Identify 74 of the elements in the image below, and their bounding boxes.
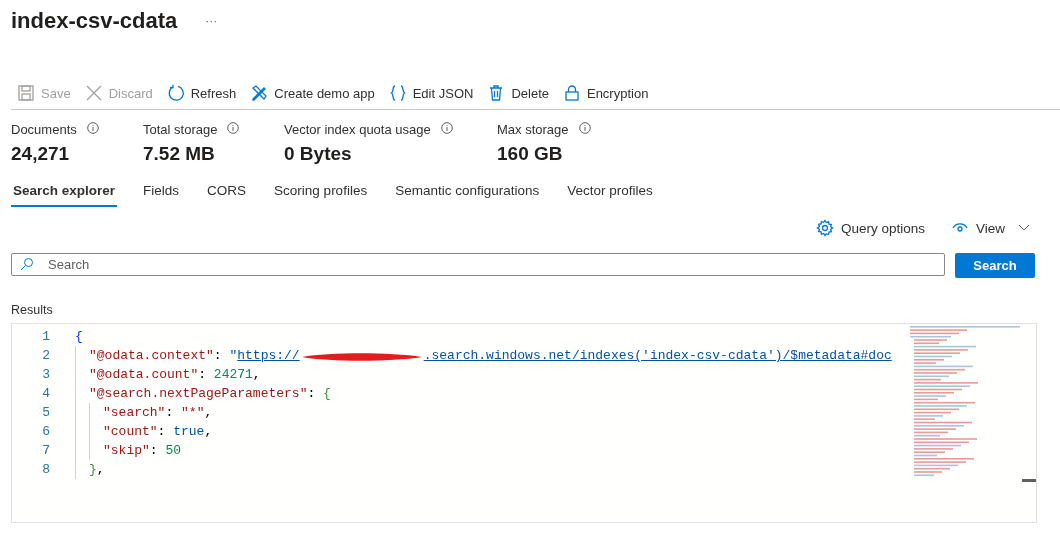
code-token: { [323, 386, 331, 401]
code-token: , [204, 424, 213, 439]
url-link[interactable]: https:// [237, 348, 300, 363]
search-button[interactable]: Search [955, 253, 1035, 278]
code-token: "@odata.context" [89, 348, 214, 363]
code-token: "skip" [103, 443, 150, 458]
line-number: 8 [41, 462, 50, 477]
lock-icon [562, 84, 581, 102]
code-token: , [204, 405, 213, 420]
url-link[interactable]: .search.windows.net/indexes('index-csv-cdata')/$metadata#doc [423, 348, 892, 363]
settings-icon [815, 219, 834, 237]
save-icon [17, 84, 35, 102]
code-token: } [89, 462, 97, 477]
search-icon [20, 257, 34, 271]
results-label: Results [10, 302, 54, 317]
tab[interactable]: Search explorer [11, 179, 118, 207]
query-options-button[interactable]: Query options [815, 219, 925, 237]
code-token: " [229, 348, 238, 363]
code-token: : [149, 443, 159, 458]
line-number: 1 [41, 329, 50, 344]
code-token: { [75, 329, 83, 344]
tab[interactable]: Scoring profiles [272, 179, 370, 207]
info-icon[interactable] [440, 122, 453, 134]
code-token: "count" [103, 424, 158, 439]
edit-json-button[interactable]: Edit JSON [388, 84, 474, 102]
stat-value: 160 GB [497, 143, 564, 165]
code-token: 50 [165, 443, 182, 458]
code-token: "@search.nextPageParameters" [89, 386, 308, 401]
code-token: "*" [181, 405, 205, 420]
search-field[interactable]: Search [11, 253, 945, 276]
code-token: : [198, 367, 208, 382]
info-icon[interactable] [227, 122, 240, 134]
braces-icon [388, 84, 407, 102]
stat-value: 24,271 [11, 143, 71, 165]
stat-value: 7.52 MB [143, 143, 216, 165]
tab[interactable]: CORS [205, 179, 249, 207]
code-token: : [213, 348, 223, 363]
code-token: 24271 [213, 367, 253, 382]
stat-label: Total storage [143, 122, 218, 137]
tab[interactable]: Fields [141, 179, 182, 207]
code-token: "search" [103, 405, 166, 420]
stat-label: Vector index quota usage [284, 122, 431, 137]
scrollbar-mark [1022, 479, 1036, 482]
line-number: 3 [41, 367, 50, 382]
info-icon[interactable] [86, 122, 99, 134]
code-token: true [173, 424, 205, 439]
line-number: 5 [41, 405, 50, 420]
chevron-down-icon [1018, 224, 1030, 232]
stat-label: Max storage [497, 122, 569, 137]
pencil-ruler-icon [250, 84, 269, 102]
page-title: index-csv-cdata [11, 8, 178, 34]
line-number: 2 [41, 348, 50, 363]
tab[interactable]: Semantic configurations [393, 179, 542, 207]
code-token: : [165, 405, 175, 420]
refresh-icon [166, 84, 185, 102]
more-button[interactable]: ··· [201, 14, 222, 28]
line-number: 4 [41, 386, 50, 401]
encryption-button[interactable]: Encryption [562, 84, 649, 102]
delete-button[interactable]: Delete [487, 84, 549, 102]
code-token: : [307, 386, 317, 401]
refresh-button[interactable]: Refresh [166, 84, 237, 102]
code-token: , [252, 367, 261, 382]
stat-value: 0 Bytes [284, 143, 353, 165]
info-icon[interactable] [578, 122, 591, 134]
view-button[interactable]: View [950, 219, 1030, 237]
line-number: 7 [41, 443, 50, 458]
code-token: , [96, 462, 105, 477]
stat-label: Documents [11, 122, 77, 137]
tab[interactable]: Vector profiles [565, 179, 655, 207]
demo-button[interactable]: Create demo app [250, 84, 375, 102]
code-token: "@odata.count" [89, 367, 199, 382]
line-number: 6 [41, 424, 50, 439]
close-icon [84, 84, 103, 102]
code-token: : [157, 424, 167, 439]
